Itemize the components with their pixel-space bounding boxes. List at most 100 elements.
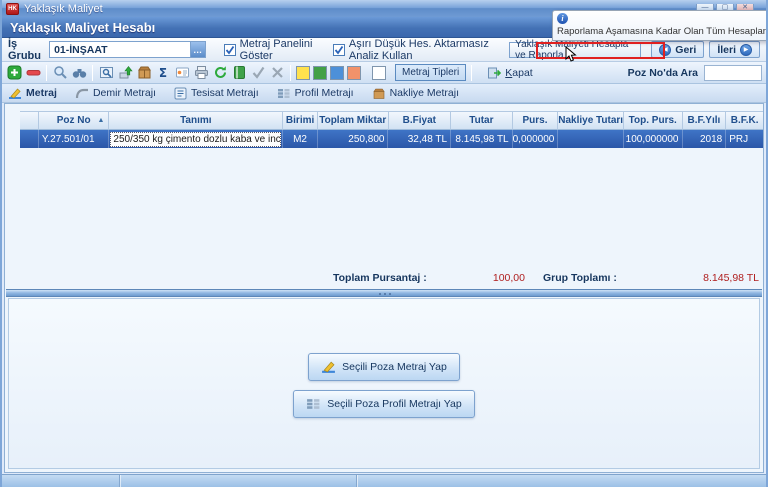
profil-metraji-icon xyxy=(306,397,321,411)
mouse-cursor xyxy=(565,46,577,62)
status-segment xyxy=(2,475,120,487)
col-label: Toplam Miktar xyxy=(319,115,386,126)
tab-demir-metraji[interactable]: Demir Metrajı xyxy=(75,87,156,100)
col-tanimi[interactable]: Tanımı xyxy=(109,111,283,130)
card-icon[interactable] xyxy=(174,65,190,81)
metraj-icon xyxy=(321,360,336,374)
refresh-icon[interactable] xyxy=(212,65,228,81)
printer-icon[interactable] xyxy=(193,65,209,81)
col-nakliye-tutari[interactable]: Nakliye Tutarı xyxy=(558,111,624,130)
binoculars-icon[interactable] xyxy=(71,65,87,81)
table-row-selected[interactable]: Y.27.501/01 250/350 kg çimento dozlu kab… xyxy=(20,130,763,148)
swatch-yellow[interactable] xyxy=(296,66,310,80)
info-icon: i xyxy=(557,13,568,24)
demir-metraji-icon xyxy=(75,87,89,100)
panel-splitter[interactable] xyxy=(6,289,762,297)
col-bfk[interactable]: B.F.K. xyxy=(726,111,763,130)
cell-poz-no[interactable]: Y.27.501/01 xyxy=(39,130,110,148)
cell-bfk[interactable]: PRJ xyxy=(726,130,763,148)
row-indicator[interactable] xyxy=(20,130,39,148)
col-label: Tanımı xyxy=(180,115,211,126)
status-bar xyxy=(2,474,766,487)
toplam-pursantaj-label: Toplam Pursantaj : xyxy=(333,272,427,284)
cell-nakliye-tutari[interactable] xyxy=(558,130,624,148)
grup-toplami-value: 8.145,98 TL xyxy=(639,272,759,284)
kapat-label: Kapat xyxy=(505,67,532,79)
tab-profil-metraji[interactable]: Profil Metrajı xyxy=(277,87,354,100)
swatch-blue[interactable] xyxy=(330,66,344,80)
is-grubu-combobox[interactable]: 01-İNŞAAT … xyxy=(49,41,206,58)
asiri-dusuk-label: Aşırı Düşük Hes. Aktarmasız Analiz Kulla… xyxy=(349,38,495,62)
checkbox-checked-icon[interactable] xyxy=(333,44,345,56)
main-toolbar: Σ Metraj Tipleri Kapat Po xyxy=(2,62,766,84)
toolbar-separator xyxy=(290,65,291,81)
cell-tutar[interactable]: 8.145,98 TL xyxy=(451,130,513,148)
cell-purs[interactable]: 100,000000 xyxy=(513,130,559,148)
col-label: Birimi xyxy=(286,115,314,126)
asiri-dusuk-checkbox[interactable]: Aşırı Düşük Hes. Aktarmasız Analiz Kulla… xyxy=(333,38,495,62)
col-label: Top. Purs. xyxy=(629,115,677,126)
is-grubu-label: İş Grubu xyxy=(8,38,41,62)
app-window: HK Yaklaşık Maliyet — ▢ ✕ Yaklaşık Maliy… xyxy=(0,0,768,487)
col-tutar[interactable]: Tutar xyxy=(451,111,513,130)
cell-birimi[interactable]: M2 xyxy=(283,130,318,148)
swatch-white[interactable] xyxy=(372,66,386,80)
tab-nakliye-metraji[interactable]: Nakliye Metrajı xyxy=(372,87,459,100)
controls-row: İş Grubu 01-İNŞAAT … Metraj Panelini Gös… xyxy=(2,38,766,62)
tooltip-text: Raporlama Aşamasına Kadar Olan Tüm Hesap… xyxy=(557,26,768,37)
col-toplam-miktar[interactable]: Toplam Miktar xyxy=(318,111,389,130)
poz-no-ara-input[interactable] xyxy=(704,65,762,81)
poz-table: Poz No ▲ Tanımı Birimi Toplam Miktar B.F… xyxy=(20,111,763,148)
cell-top-purs[interactable]: 100,000000 xyxy=(624,130,683,148)
kapat-button[interactable]: Kapat xyxy=(487,66,532,80)
export-icon[interactable] xyxy=(117,65,133,81)
swatch-orange[interactable] xyxy=(347,66,361,80)
cell-tanimi[interactable]: 250/350 kg çimento dozlu kaba ve ince ha… xyxy=(109,130,283,148)
metraj-tipleri-button[interactable]: Metraj Tipleri xyxy=(395,64,466,81)
tanimi-editor-input[interactable]: 250/350 kg çimento dozlu kaba ve ince ha… xyxy=(110,132,281,147)
add-icon[interactable] xyxy=(6,65,22,81)
metraj-icon xyxy=(8,87,22,100)
combo-dropdown-icon[interactable]: … xyxy=(190,42,205,57)
tab-tesisat-metraji[interactable]: Tesisat Metrajı xyxy=(174,87,259,100)
col-birimi[interactable]: Birimi xyxy=(283,111,318,130)
metraj-panel-checkbox[interactable]: Metraj Panelini Göster xyxy=(224,38,315,62)
col-label: Poz No xyxy=(57,115,91,126)
tab-metraj[interactable]: Metraj xyxy=(8,87,57,100)
swatch-green[interactable] xyxy=(313,66,327,80)
secili-poza-profil-metraji-yap-button[interactable]: Seçili Poza Profil Metrajı Yap xyxy=(293,390,474,418)
col-purs[interactable]: Purs. xyxy=(513,111,559,130)
col-poz-no[interactable]: Poz No ▲ xyxy=(39,111,110,130)
search-icon[interactable] xyxy=(52,65,68,81)
ileri-label: İleri xyxy=(717,44,736,56)
status-segment xyxy=(120,475,357,487)
col-top-purs[interactable]: Top. Purs. xyxy=(624,111,683,130)
book-icon[interactable] xyxy=(231,65,247,81)
col-b-fiyat[interactable]: B.Fiyat xyxy=(389,111,452,130)
cell-toplam-miktar[interactable]: 250,800 xyxy=(318,130,389,148)
ileri-button[interactable]: İleri ▶ xyxy=(709,41,760,58)
tesisat-metraji-icon xyxy=(174,87,187,100)
package-icon[interactable] xyxy=(136,65,152,81)
preview-icon[interactable] xyxy=(98,65,114,81)
checkbox-checked-icon[interactable] xyxy=(224,44,236,56)
grup-toplami-label: Grup Toplamı : xyxy=(543,272,617,284)
cell-bf-yili[interactable]: 2018 xyxy=(683,130,727,148)
sort-asc-icon: ▲ xyxy=(97,117,104,124)
cell-b-fiyat[interactable]: 32,48 TL xyxy=(388,130,451,148)
confirm-check-icon[interactable] xyxy=(250,65,266,81)
tab-nakliye-label: Nakliye Metrajı xyxy=(390,87,459,99)
secili-poza-metraj-yap-button[interactable]: Seçili Poza Metraj Yap xyxy=(308,353,460,381)
sum-icon[interactable]: Σ xyxy=(155,65,171,81)
col-label: B.F.K. xyxy=(731,115,759,126)
col-bf-yili[interactable]: B.F.Yılı xyxy=(683,111,727,130)
nakliye-metraji-icon xyxy=(372,87,386,100)
toolbar-separator xyxy=(92,65,93,81)
geri-button[interactable]: ◀ Geri xyxy=(651,41,704,58)
cancel-x-icon[interactable] xyxy=(269,65,285,81)
button-label: Seçili Poza Profil Metrajı Yap xyxy=(327,398,461,410)
button-label: Seçili Poza Metraj Yap xyxy=(342,361,447,373)
window-title: Yaklaşık Maliyet xyxy=(24,3,103,15)
remove-icon[interactable] xyxy=(25,65,41,81)
poz-no-ara-label: Poz No'da Ara xyxy=(628,67,698,79)
